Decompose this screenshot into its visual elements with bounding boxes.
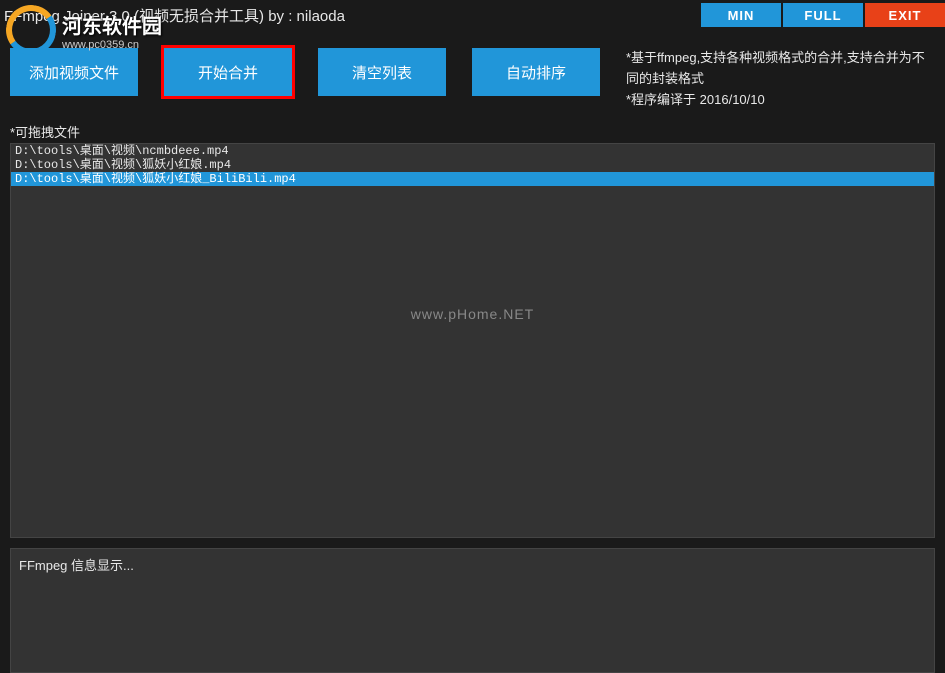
file-item[interactable]: D:\tools\桌面\视频\狐妖小红娘_BiliBili.mp4 (11, 172, 934, 186)
watermark-phome: www.pHome.NET (411, 306, 534, 322)
add-video-button[interactable]: 添加视频文件 (10, 48, 138, 96)
info-line-1: *基于ffmpeg,支持各种视频格式的合并,支持合并为不同的封装格式 (626, 48, 935, 90)
minimize-button[interactable]: MIN (701, 3, 781, 27)
info-line-2: *程序编译于 2016/10/10 (626, 90, 935, 111)
file-item[interactable]: D:\tools\桌面\视频\狐妖小红娘.mp4 (11, 158, 934, 172)
app-title: FFmpeg Joiner 3.0 (视频无损合并工具) by : nilaod… (4, 5, 345, 26)
window-controls: MIN FULL EXIT (699, 3, 945, 27)
toolbar: 添加视频文件 开始合并 清空列表 自动排序 *基于ffmpeg,支持各种视频格式… (0, 30, 945, 120)
file-item[interactable]: D:\tools\桌面\视频\ncmbdeee.mp4 (11, 144, 934, 158)
info-text: *基于ffmpeg,支持各种视频格式的合并,支持合并为不同的封装格式 *程序编译… (626, 48, 935, 110)
auto-sort-button[interactable]: 自动排序 (472, 48, 600, 96)
start-merge-button[interactable]: 开始合并 (164, 48, 292, 96)
file-list-label: *可拖拽文件 (0, 120, 945, 143)
clear-list-button[interactable]: 清空列表 (318, 48, 446, 96)
file-list[interactable]: D:\tools\桌面\视频\ncmbdeee.mp4D:\tools\桌面\视… (10, 143, 935, 538)
exit-button[interactable]: EXIT (865, 3, 945, 27)
fullscreen-button[interactable]: FULL (783, 3, 863, 27)
output-text: FFmpeg 信息显示... (19, 555, 926, 574)
titlebar: FFmpeg Joiner 3.0 (视频无损合并工具) by : nilaod… (0, 0, 945, 30)
output-area: FFmpeg 信息显示... (10, 548, 935, 673)
